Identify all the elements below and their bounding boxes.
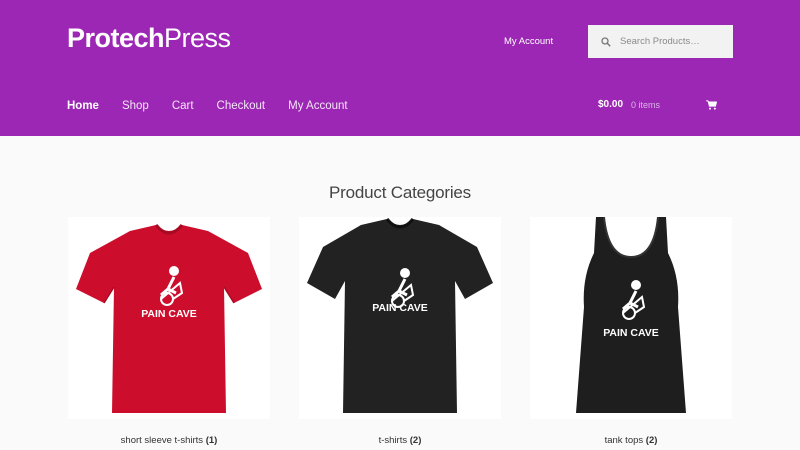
category-count: (1)	[205, 435, 218, 446]
shirt-print-text: PAIN CAVE	[372, 302, 428, 314]
category-caption[interactable]: t-shirts (2)	[299, 435, 501, 446]
logo-regular-text: Press	[164, 23, 231, 53]
shirt-print-text: PAIN CAVE	[141, 308, 197, 320]
nav-shop[interactable]: Shop	[122, 99, 149, 113]
product-search-box	[588, 25, 733, 58]
search-icon	[601, 36, 611, 47]
category-card[interactable]: PAIN CAVE t-shirts (2)	[299, 217, 501, 446]
category-image[interactable]: PAIN CAVE	[68, 217, 270, 419]
shirt-print-text: PAIN CAVE	[603, 327, 659, 339]
header-my-account-link[interactable]: My Account	[504, 36, 553, 47]
category-name: t-shirts	[378, 435, 408, 446]
header-cart[interactable]: $0.00 0 items	[598, 99, 717, 110]
cart-icon	[706, 100, 717, 110]
category-caption[interactable]: tank tops (2)	[530, 435, 732, 446]
category-count: (2)	[409, 435, 422, 446]
category-card[interactable]: PAIN CAVE short sleeve t-shirts (1)	[68, 217, 270, 446]
category-name: short sleeve t-shirts	[120, 435, 204, 446]
nav-checkout[interactable]: Checkout	[217, 99, 266, 113]
category-image[interactable]: PAIN CAVE	[299, 217, 501, 419]
nav-home[interactable]: Home	[67, 99, 99, 113]
page-title: Product Categories	[329, 183, 471, 202]
cart-amount: $0.00	[598, 99, 624, 110]
cart-item-count: 0 items	[631, 99, 661, 110]
category-card[interactable]: PAIN CAVE tank tops (2)	[530, 217, 732, 446]
category-image[interactable]: PAIN CAVE	[530, 217, 732, 419]
category-name: tank tops	[604, 435, 644, 446]
red-tshirt-image: PAIN CAVE	[76, 224, 262, 413]
nav-cart[interactable]: Cart	[172, 99, 194, 113]
black-tank-top-image: PAIN CAVE	[576, 217, 686, 413]
logo-bold-text: Protech	[67, 23, 165, 53]
search-input[interactable]	[620, 36, 730, 47]
site-header: ProtechPress My Account Home Shop Cart C…	[0, 0, 800, 136]
black-tshirt-image: PAIN CAVE	[307, 218, 493, 413]
primary-navigation: Home Shop Cart Checkout My Account	[67, 99, 371, 113]
nav-my-account[interactable]: My Account	[288, 99, 347, 113]
site-logo[interactable]: ProtechPress	[67, 22, 231, 54]
category-count: (2)	[645, 435, 658, 446]
category-caption[interactable]: short sleeve t-shirts (1)	[68, 435, 270, 446]
